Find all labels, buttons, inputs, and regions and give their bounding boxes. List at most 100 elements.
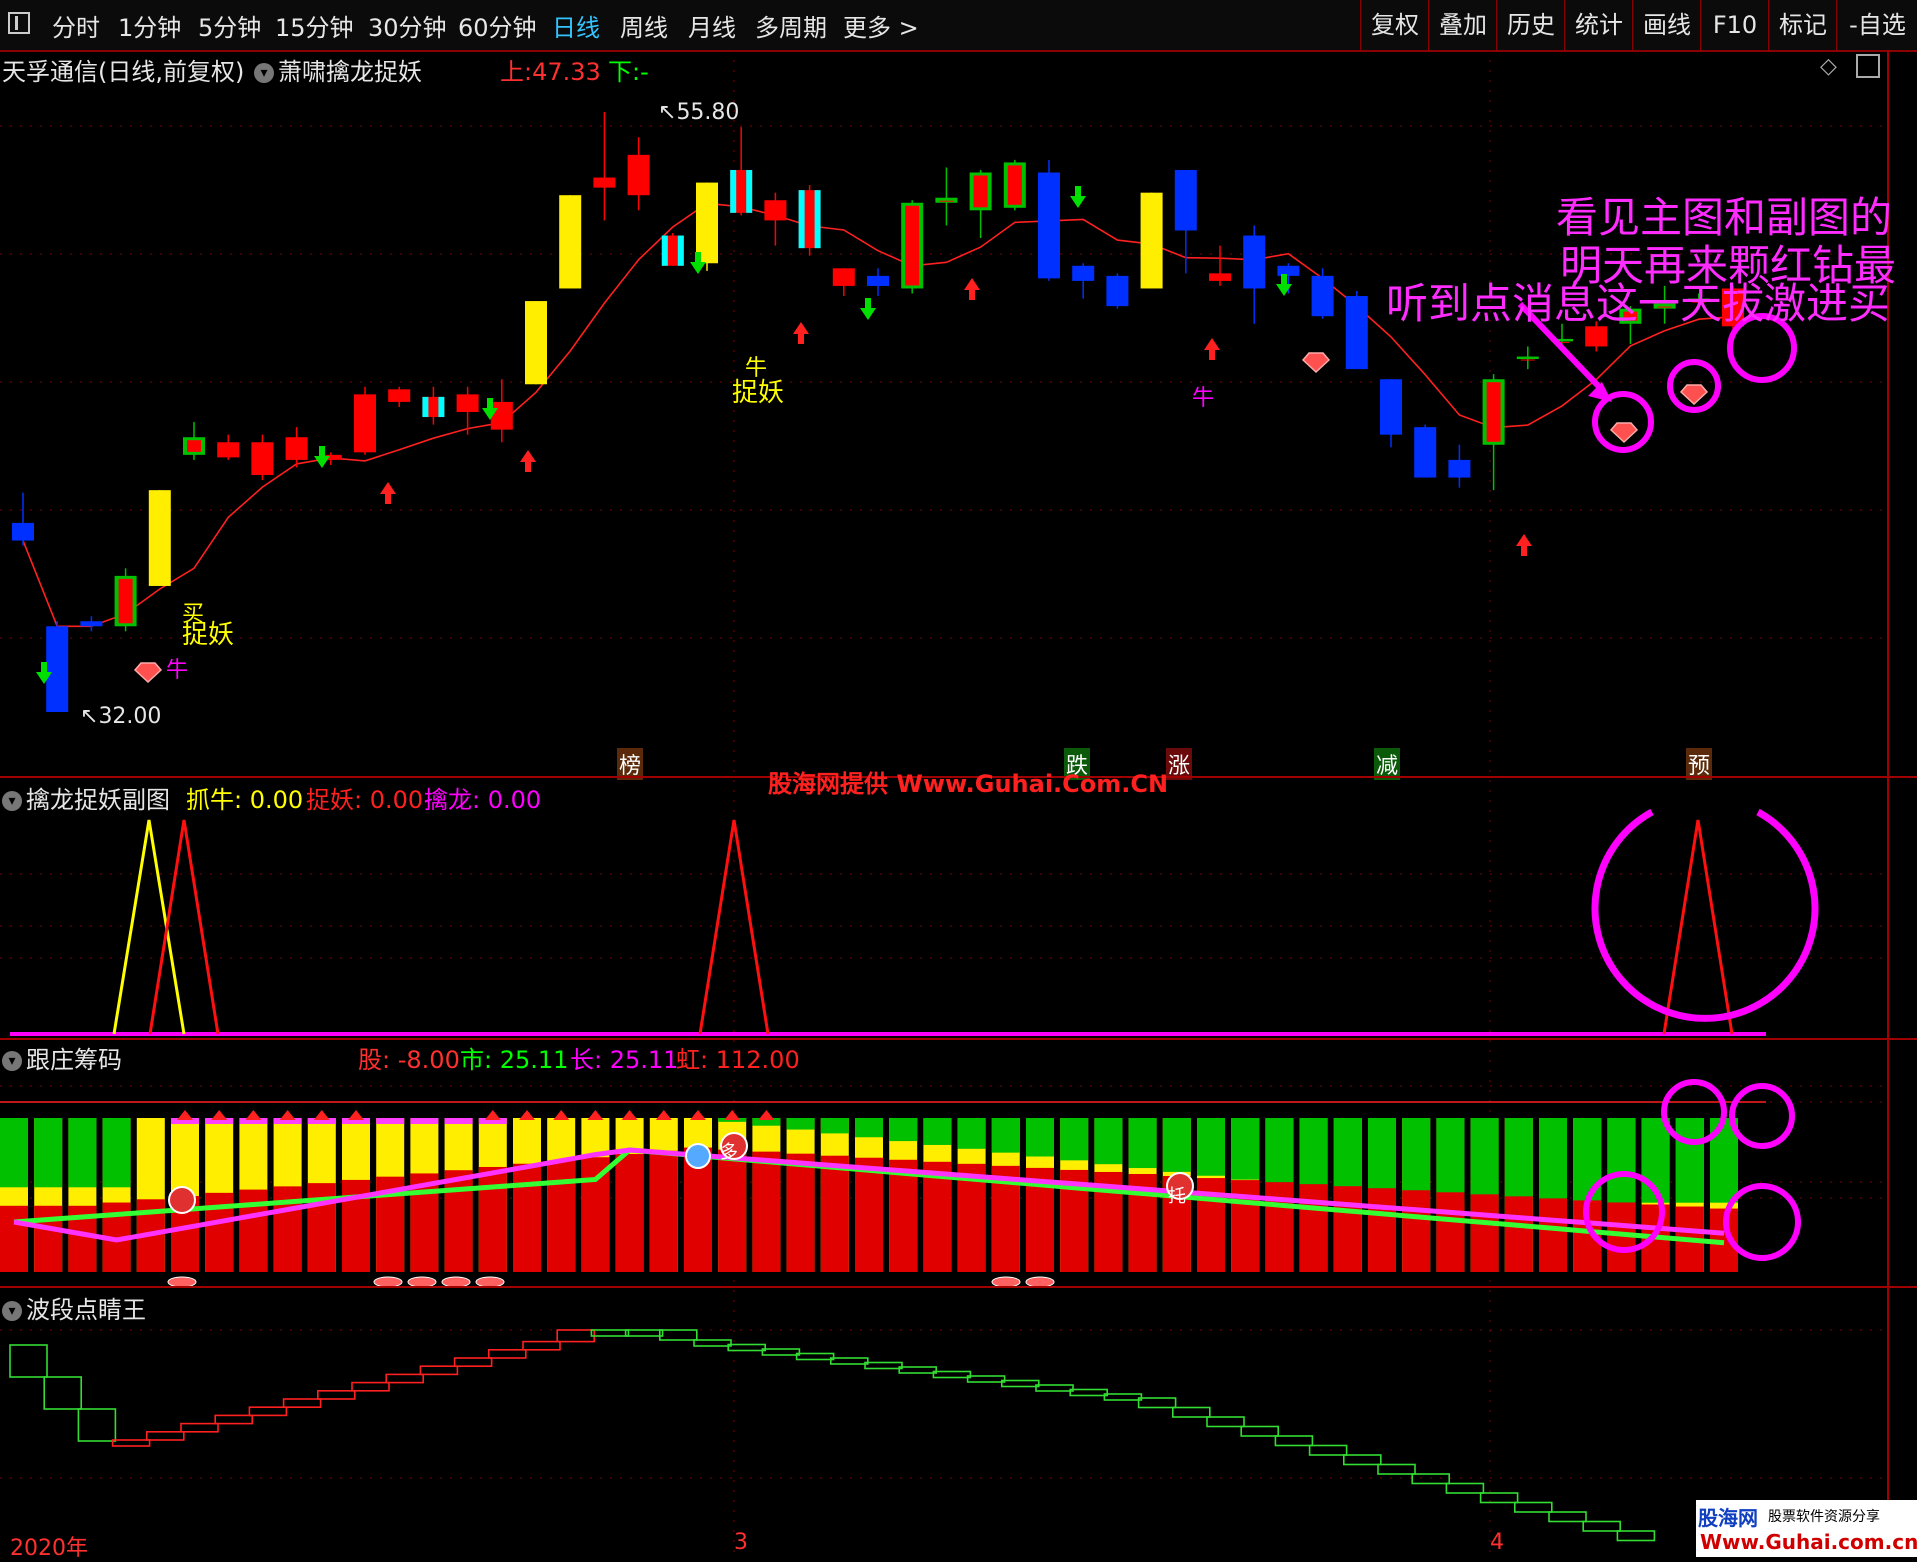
chip-bar-green <box>34 1118 63 1188</box>
up-arrow-icon <box>1516 534 1532 556</box>
zhuaniu-spike <box>112 819 186 1035</box>
chip-bar-red <box>1436 1192 1465 1272</box>
zhuaniu-readout: 抓牛: 0.00 <box>186 786 304 814</box>
zhuoyao-annotation-2: 捉妖 <box>732 378 785 408</box>
diamond-icon[interactable]: ◇ <box>1820 54 1837 79</box>
wave-box <box>624 1329 664 1337</box>
candle-body-edge <box>661 235 668 266</box>
chip-bar-red <box>615 1154 644 1272</box>
wave-box <box>1137 1397 1177 1409</box>
indicator-selector[interactable]: ▾ 萧啸擒龙捉妖 <box>254 52 422 87</box>
cap-triangle-icon <box>655 1110 672 1120</box>
up-arrow-icon <box>520 450 536 472</box>
wave-box <box>9 1344 48 1378</box>
sub1-selector[interactable]: ▾ 擒龙捉妖副图 <box>2 780 170 815</box>
chip-bar-red <box>1470 1194 1499 1272</box>
wave-box <box>214 1414 253 1425</box>
sub2-title: 跟庄筹码 <box>26 1046 122 1074</box>
candle-body <box>1072 265 1095 281</box>
chip-bar-green <box>1128 1118 1157 1169</box>
chip-bar-green <box>68 1118 97 1188</box>
down-arrow-icon <box>314 446 330 468</box>
candle-body-inner <box>118 578 133 624</box>
chip-bar-green <box>1299 1118 1328 1188</box>
sub3-selector[interactable]: ▾ 波段点睛王 <box>2 1290 146 1325</box>
wave-box <box>522 1340 561 1351</box>
chip-bar-red <box>1504 1196 1533 1272</box>
panel-divider-3 <box>0 1286 1917 1288</box>
shi-readout: 市: 25.11 <box>460 1046 569 1074</box>
wave-box <box>1000 1379 1040 1388</box>
candle-body <box>1243 235 1266 289</box>
cap-triangle-icon <box>724 1110 741 1120</box>
wave-box <box>727 1343 767 1352</box>
chevron-down-icon[interactable]: ▾ <box>254 63 274 83</box>
chip-bar-green <box>1060 1118 1089 1161</box>
niu-annotation-3: 牛 <box>1192 386 1215 411</box>
chip-bar-green <box>1197 1118 1225 1176</box>
sub2-selector[interactable]: ▾ 跟庄筹码 <box>2 1040 122 1075</box>
wave-box <box>864 1361 903 1370</box>
candle-body <box>1345 296 1368 370</box>
chip-bar-green <box>1573 1118 1602 1203</box>
chip-bar-green <box>0 1118 28 1188</box>
cap-triangle-icon <box>621 1110 638 1120</box>
chip-bar-red <box>786 1153 815 1272</box>
promo-text-3: 听到点消息这一天拔激进买 <box>1386 279 1891 328</box>
wave-box <box>658 1329 698 1341</box>
candle-body <box>285 437 308 460</box>
candle-body <box>593 177 616 188</box>
chip-bar-green <box>923 1118 952 1145</box>
chip-bar-red <box>1539 1198 1567 1272</box>
candle-body <box>764 200 787 221</box>
tag-tuo: 托 <box>1168 1186 1186 1207</box>
sub3-title: 波段点睛王 <box>26 1296 146 1324</box>
candle-body-edge <box>798 190 805 249</box>
cap-triangle-icon <box>519 1110 535 1120</box>
hong-readout: 虹: 112.00 <box>676 1046 800 1074</box>
zhuoyao-spike <box>148 819 220 1035</box>
indicator-name: 萧啸擒龙捉妖 <box>278 58 422 86</box>
chip-bar-red <box>547 1160 576 1272</box>
chip-bar-red <box>649 1150 678 1272</box>
highlight-circle <box>1729 1083 1795 1149</box>
chevron-down-icon[interactable]: ▾ <box>2 791 22 811</box>
red-diamond-icon <box>1301 352 1331 374</box>
candle-body <box>354 394 376 453</box>
blue-ball-icon <box>685 1143 711 1169</box>
up-arrow-icon <box>1204 338 1220 360</box>
wave-box <box>1445 1482 1485 1494</box>
candle-body-inner <box>1520 359 1535 361</box>
chevron-down-icon[interactable]: ▾ <box>2 1051 22 1071</box>
wave-box <box>1548 1511 1587 1523</box>
layout-icon[interactable] <box>1856 54 1880 78</box>
qinlong-readout: 擒龙: 0.00 <box>424 786 542 814</box>
down-arrow-icon <box>1070 186 1086 208</box>
chip-bar-green <box>1265 1118 1294 1184</box>
candle-body <box>12 522 34 541</box>
candle-body <box>525 301 547 385</box>
candle-body-inner <box>905 205 920 286</box>
cap-triangle-icon <box>348 1110 364 1120</box>
wave-box <box>1411 1473 1450 1485</box>
chip-bar-green <box>957 1118 986 1149</box>
candle-body <box>559 195 582 289</box>
candle-body <box>832 268 855 286</box>
candle-body <box>1311 275 1334 317</box>
candle-body <box>867 275 889 286</box>
candle-body <box>1106 275 1129 307</box>
cap-triangle-icon <box>553 1110 570 1120</box>
pointer-arrow-head <box>1588 382 1612 402</box>
zhuoyao-readout: 捉妖: 0.00 <box>306 786 424 814</box>
chip-bar-green <box>1675 1118 1704 1203</box>
candle-body-inner <box>1486 382 1501 442</box>
chevron-down-icon[interactable]: ▾ <box>2 1301 22 1321</box>
chip-bar-green <box>1231 1118 1260 1180</box>
wave-box <box>1479 1492 1519 1504</box>
zhuoyao-annotation-1: 捉妖 <box>182 620 235 650</box>
wave-box <box>1582 1520 1621 1532</box>
wave-box <box>1069 1388 1108 1397</box>
candle-body <box>388 389 411 402</box>
wave-box <box>556 1329 596 1343</box>
red-diamond-icon <box>1679 384 1709 406</box>
